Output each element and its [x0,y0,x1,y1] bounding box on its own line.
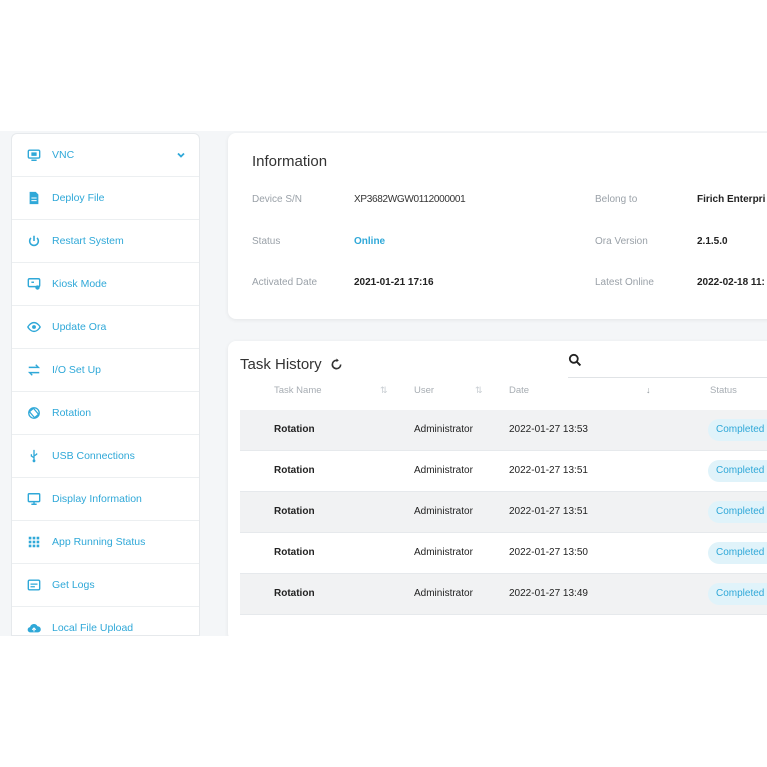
sidebar-item-kiosk-mode[interactable]: Kiosk Mode [12,263,199,306]
activated-date-value: 2021-01-21 17:16 [354,277,434,288]
eye-icon [26,319,42,335]
user-cell: Administrator [414,465,473,476]
task-name-cell: Rotation [274,465,315,476]
sidebar-item-label: VNC [52,149,75,161]
information-title: Information [252,153,328,170]
sidebar-item-rotation[interactable]: Rotation [12,392,199,435]
sidebar-item-update-ora[interactable]: Update Ora [12,306,199,349]
sort-down-arrow-icon[interactable]: ↓ [646,385,651,395]
sidebar-item-label: Rotation [52,407,92,419]
search-input[interactable] [568,377,767,378]
refresh-icon[interactable] [330,358,343,371]
column-header-user[interactable]: User [414,385,434,396]
sort-arrow-icon[interactable]: ⇅ [380,385,388,396]
status-badge: Completed [708,583,767,605]
device-sn-label: Device S/N [252,194,303,205]
file-icon [26,190,42,206]
sidebar-item-label: I/O Set Up [52,364,102,376]
search-icon[interactable] [568,353,582,367]
activated-date-label: Activated Date [252,277,318,288]
table-row[interactable]: Rotation Administrator 2022-01-27 13:50 … [240,533,767,574]
status-badge: Completed [708,419,767,441]
belong-to-value: Firich Enterpri [697,194,766,205]
device-sn-value: XP3682WGW0112000001 [354,194,466,205]
latest-online-value: 2022-02-18 11: [697,277,765,288]
date-cell: 2022-01-27 13:49 [509,588,588,599]
status-badge: Completed [708,501,767,523]
sidebar-item-vnc[interactable]: VNC [12,134,199,177]
sidebar-item-label: Kiosk Mode [52,278,107,290]
kiosk-icon [26,276,42,292]
sidebar-item-label: Get Logs [52,579,95,591]
cloud-upload-icon [26,620,42,635]
sidebar-item-label: Display Information [52,493,142,505]
rotation-icon [26,405,42,421]
task-history-header: Task History [240,356,343,373]
user-cell: Administrator [414,547,473,558]
sidebar-item-label: USB Connections [52,450,135,462]
task-history-card: Task History Task Name ⇅ User ⇅ Date ↓ S… [228,341,767,636]
sidebar-item-restart-system[interactable]: Restart System [12,220,199,263]
sidebar-item-io-setup[interactable]: I/O Set Up [12,349,199,392]
display-icon [26,491,42,507]
user-cell: Administrator [414,424,473,435]
status-badge: Completed [708,542,767,564]
date-cell: 2022-01-27 13:53 [509,424,588,435]
sidebar-item-get-logs[interactable]: Get Logs [12,564,199,607]
belong-to-label: Belong to [595,194,638,205]
sidebar-item-display-information[interactable]: Display Information [12,478,199,521]
app-stage: VNC Deploy File Restart System Kiosk Mod… [0,131,767,636]
power-icon [26,233,42,249]
task-name-cell: Rotation [274,506,315,517]
task-history-title: Task History [240,356,322,373]
status-badge: Completed [708,460,767,482]
column-header-date[interactable]: Date [509,385,529,396]
table-row[interactable]: Rotation Administrator 2022-01-27 13:53 … [240,410,767,451]
sort-arrow-icon[interactable]: ⇅ [475,385,483,396]
table-row[interactable]: Rotation Administrator 2022-01-27 13:49 … [240,574,767,615]
ora-version-label: Ora Version [595,236,648,247]
sidebar-item-app-running-status[interactable]: App Running Status [12,521,199,564]
sidebar-item-label: Update Ora [52,321,107,333]
sidebar-item-label: Deploy File [52,192,105,204]
information-card: Information Device S/N XP3682WGW01120000… [228,133,767,319]
sidebar-item-label: Restart System [52,235,124,247]
logs-icon [26,577,42,593]
user-cell: Administrator [414,588,473,599]
sidebar: VNC Deploy File Restart System Kiosk Mod… [11,133,200,636]
table-row[interactable]: Rotation Administrator 2022-01-27 13:51 … [240,451,767,492]
sidebar-item-label: App Running Status [52,536,146,548]
date-cell: 2022-01-27 13:51 [509,506,588,517]
sidebar-item-deploy-file[interactable]: Deploy File [12,177,199,220]
status-label: Status [252,236,281,247]
usb-icon [26,448,42,464]
swap-arrows-icon [26,362,42,378]
column-header-status[interactable]: Status [710,385,737,396]
task-name-cell: Rotation [274,547,315,558]
column-header-task-name[interactable]: Task Name [274,385,322,396]
sidebar-item-local-file-upload[interactable]: Local File Upload [12,607,199,635]
sidebar-item-usb-connections[interactable]: USB Connections [12,435,199,478]
grid-icon [26,534,42,550]
chevron-down-icon[interactable] [175,149,187,161]
task-name-cell: Rotation [274,424,315,435]
date-cell: 2022-01-27 13:50 [509,547,588,558]
sidebar-item-label: Local File Upload [52,622,134,634]
status-value: Online [354,236,386,247]
task-name-cell: Rotation [274,588,315,599]
table-row[interactable]: Rotation Administrator 2022-01-27 13:51 … [240,492,767,533]
monitor-icon [26,147,42,163]
user-cell: Administrator [414,506,473,517]
latest-online-label: Latest Online [595,277,654,288]
ora-version-value: 2.1.5.0 [697,236,728,247]
date-cell: 2022-01-27 13:51 [509,465,588,476]
